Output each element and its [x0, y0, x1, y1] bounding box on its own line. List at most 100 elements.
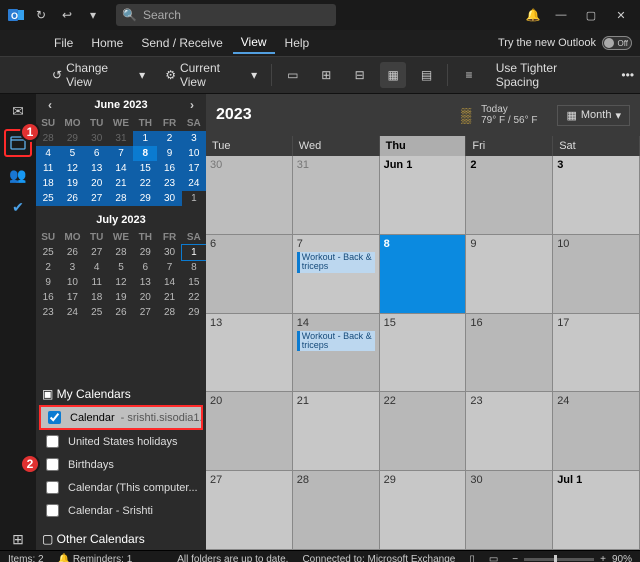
calendar-row-thiscomputer[interactable]: Calendar (This computer... — [36, 476, 206, 499]
calendar-cell[interactable]: 30 — [206, 156, 293, 235]
window-maximize[interactable]: ▢ — [576, 0, 606, 30]
window-close[interactable]: ✕ — [606, 0, 636, 30]
calendar-event[interactable]: Workout - Back & triceps — [297, 252, 375, 273]
status-bar: Items: 2 🔔 Reminders: 1 All folders are … — [0, 550, 640, 562]
calendar-checkbox[interactable] — [46, 481, 59, 494]
view-month-icon[interactable]: ▦ — [380, 62, 405, 88]
menu-file[interactable]: File — [46, 33, 81, 53]
outlook-icon: O — [4, 3, 28, 27]
notification-icon[interactable]: 🔔 — [520, 2, 546, 28]
weather-icon: ▒ — [461, 107, 471, 123]
status-items: Items: 2 — [8, 554, 44, 562]
calendar-checkbox[interactable] — [46, 435, 59, 448]
calendar-cell[interactable]: Jun 1 — [380, 156, 467, 235]
prev-month-icon[interactable]: ‹ — [44, 98, 56, 112]
calendar-cell[interactable]: 28 — [293, 471, 380, 550]
view-mode-button[interactable]: ▦ Month ▾ — [557, 105, 630, 126]
view-day-icon[interactable]: ▭ — [280, 62, 305, 88]
calendar-row-holidays[interactable]: United States holidays — [36, 430, 206, 453]
annotation-1: 1 — [20, 122, 40, 142]
calendar-cell[interactable]: 27 — [206, 471, 293, 550]
zoom-control[interactable]: − + 90% — [512, 554, 632, 562]
calendar-cell[interactable]: 16 — [466, 314, 553, 393]
calendar-cell[interactable]: 31 — [293, 156, 380, 235]
calendar-cell[interactable]: 21 — [293, 392, 380, 471]
calendar-cell[interactable]: 8 — [380, 235, 467, 314]
spacing-icon[interactable]: ≡ — [456, 62, 481, 88]
try-new-label: Try the new Outlook — [498, 37, 596, 49]
calendar-cell[interactable]: 24 — [553, 392, 640, 471]
sync-icon[interactable]: ↻ — [28, 2, 54, 28]
view-week-icon[interactable]: ⊟ — [347, 62, 372, 88]
calendar-cell[interactable]: 22 — [380, 392, 467, 471]
calendar-checkbox-primary[interactable] — [48, 411, 61, 424]
calendar-main: 2023 ▒ Today 79° F / 56° F ▦ Month ▾ Tue… — [206, 94, 640, 550]
weather-widget[interactable]: Today 79° F / 56° F — [481, 104, 537, 126]
month-title: 2023 — [216, 106, 252, 124]
search-icon: 🔍 — [122, 8, 137, 22]
calendar-cell[interactable]: 23 — [466, 392, 553, 471]
mini-cal-2-title: July 2023 — [96, 214, 146, 226]
calendar-checkbox[interactable] — [46, 504, 59, 517]
mini-calendar-1[interactable]: SUMOTUWETHFRSA28293031123456789101112131… — [36, 116, 206, 206]
view-toggle-icon[interactable]: ▭ — [489, 554, 498, 562]
change-view-button[interactable]: ↺ Change View ▾ — [46, 57, 151, 93]
calendar-row-srishti[interactable]: Calendar - Srishti — [36, 499, 206, 522]
calendar-cell[interactable]: Jul 1 — [553, 471, 640, 550]
calendar-cell[interactable]: 9 — [466, 235, 553, 314]
qat-dropdown[interactable]: ▾ — [80, 2, 106, 28]
calendar-cell[interactable]: 17 — [553, 314, 640, 393]
zoom-track[interactable] — [524, 558, 594, 561]
window-minimize[interactable]: — — [546, 0, 576, 30]
calendar-cell[interactable]: 30 — [466, 471, 553, 550]
calendar-email: - srishti.sisodia1... — [121, 412, 202, 424]
todo-icon[interactable]: ✔ — [7, 196, 29, 218]
overflow-button[interactable]: ••• — [615, 64, 640, 86]
current-view-button[interactable]: ⚙ Current View ▾ — [159, 57, 263, 93]
mini-calendar-2[interactable]: SUMOTUWETHFRSA25262728293012345678910111… — [36, 230, 206, 320]
toggle-switch[interactable]: Off — [602, 36, 632, 50]
mail-icon[interactable]: ✉ — [7, 100, 29, 122]
view-workweek-icon[interactable]: ⊞ — [314, 62, 339, 88]
mini-cal-1-title: June 2023 — [94, 99, 147, 111]
zoom-out-icon[interactable]: − — [512, 554, 518, 562]
menu-view[interactable]: View — [233, 32, 275, 54]
calendar-cell[interactable]: 14Workout - Back & triceps — [293, 314, 380, 393]
view-toggle-icon[interactable]: ▯ — [469, 554, 475, 562]
search-input[interactable]: 🔍 Search — [116, 4, 336, 26]
left-rail: ✉ 👥 ✔ ⊞ 1 2 — [0, 94, 36, 550]
calendar-row-primary[interactable]: Calendar - srishti.sisodia1... — [40, 406, 202, 429]
people-icon[interactable]: 👥 — [7, 164, 29, 186]
calendar-cell[interactable]: 7Workout - Back & triceps — [293, 235, 380, 314]
tighter-spacing-button[interactable]: Use Tighter Spacing — [490, 57, 608, 93]
search-placeholder: Search — [143, 8, 181, 22]
menu-help[interactable]: Help — [277, 33, 318, 53]
title-bar: O ↻ ↩ ▾ 🔍 Search 🔔 — ▢ ✕ — [0, 0, 640, 30]
next-month-icon[interactable]: › — [186, 98, 198, 112]
calendar-cell[interactable]: 2 — [466, 156, 553, 235]
calendar-cell[interactable]: 29 — [380, 471, 467, 550]
annotation-2: 2 — [20, 454, 40, 474]
calendar-checkbox[interactable] — [46, 458, 59, 471]
calendar-cell[interactable]: 3 — [553, 156, 640, 235]
weekday-header: TueWedThuFriSat — [206, 136, 640, 156]
apps-icon[interactable]: ⊞ — [7, 528, 29, 550]
calendar-cell[interactable]: 15 — [380, 314, 467, 393]
calendar-event[interactable]: Workout - Back & triceps — [297, 331, 375, 352]
calendar-cell[interactable]: 6 — [206, 235, 293, 314]
menu-home[interactable]: Home — [83, 33, 131, 53]
calendar-cell[interactable]: 20 — [206, 392, 293, 471]
zoom-value: 90% — [612, 554, 632, 562]
zoom-in-icon[interactable]: + — [600, 554, 606, 562]
calendar-cell[interactable]: 10 — [553, 235, 640, 314]
ribbon: ↺ Change View ▾ ⚙ Current View ▾ ▭ ⊞ ⊟ ▦… — [0, 56, 640, 94]
view-schedule-icon[interactable]: ▤ — [414, 62, 439, 88]
try-new-outlook[interactable]: Try the new Outlook Off — [498, 36, 640, 50]
calendar-grid[interactable]: 3031Jun 12367Workout - Back & triceps891… — [206, 156, 640, 550]
calendar-cell[interactable]: 13 — [206, 314, 293, 393]
calendar-row-birthdays[interactable]: Birthdays — [36, 453, 206, 476]
other-calendars-header[interactable]: ▢ Other Calendars — [36, 528, 206, 550]
menu-send-receive[interactable]: Send / Receive — [133, 33, 230, 53]
undo-icon[interactable]: ↩ — [54, 2, 80, 28]
my-calendars-header[interactable]: ▣ My Calendars — [36, 383, 206, 405]
